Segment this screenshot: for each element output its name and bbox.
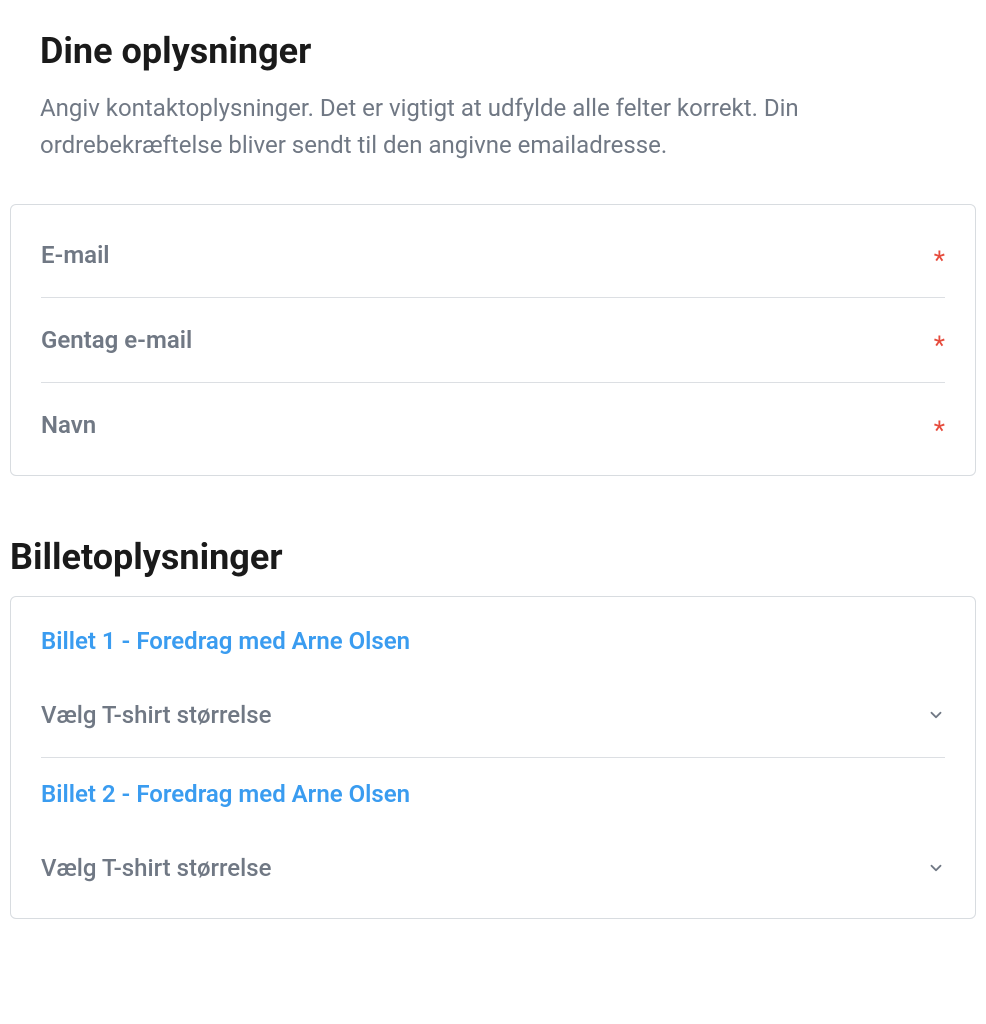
email-field[interactable]: E-mail *	[41, 213, 945, 298]
ticket-title: Billet 2 - Foredrag med Arne Olsen	[41, 758, 945, 826]
required-indicator: *	[934, 248, 945, 274]
tshirt-size-select[interactable]: Vælg T-shirt størrelse	[41, 826, 945, 910]
ticket-item: Billet 1 - Foredrag med Arne Olsen Vælg …	[41, 605, 945, 758]
tickets-card: Billet 1 - Foredrag med Arne Olsen Vælg …	[10, 596, 976, 919]
email-repeat-field[interactable]: Gentag e-mail *	[41, 298, 945, 383]
name-field[interactable]: Navn *	[41, 383, 945, 467]
email-label: E-mail	[41, 241, 110, 269]
required-indicator: *	[934, 418, 945, 444]
name-label: Navn	[41, 411, 96, 439]
tshirt-size-label: Vælg T-shirt størrelse	[41, 854, 271, 882]
tickets-section: Billetoplysninger Billet 1 - Foredrag me…	[10, 536, 976, 919]
chevron-down-icon	[927, 706, 945, 724]
tshirt-size-select[interactable]: Vælg T-shirt størrelse	[41, 673, 945, 758]
email-repeat-label: Gentag e-mail	[41, 326, 192, 354]
contact-card: E-mail * Gentag e-mail * Navn *	[10, 204, 976, 476]
ticket-title: Billet 1 - Foredrag med Arne Olsen	[41, 605, 945, 673]
required-indicator: *	[934, 333, 945, 359]
contact-section: Dine oplysninger Angiv kontaktoplysninge…	[10, 30, 976, 476]
chevron-down-icon	[927, 859, 945, 877]
tickets-heading: Billetoplysninger	[10, 536, 976, 578]
contact-subtext: Angiv kontaktoplysninger. Det er vigtigt…	[40, 90, 946, 164]
tshirt-size-label: Vælg T-shirt størrelse	[41, 701, 271, 729]
contact-heading: Dine oplysninger	[40, 30, 976, 72]
ticket-item: Billet 2 - Foredrag med Arne Olsen Vælg …	[41, 758, 945, 910]
